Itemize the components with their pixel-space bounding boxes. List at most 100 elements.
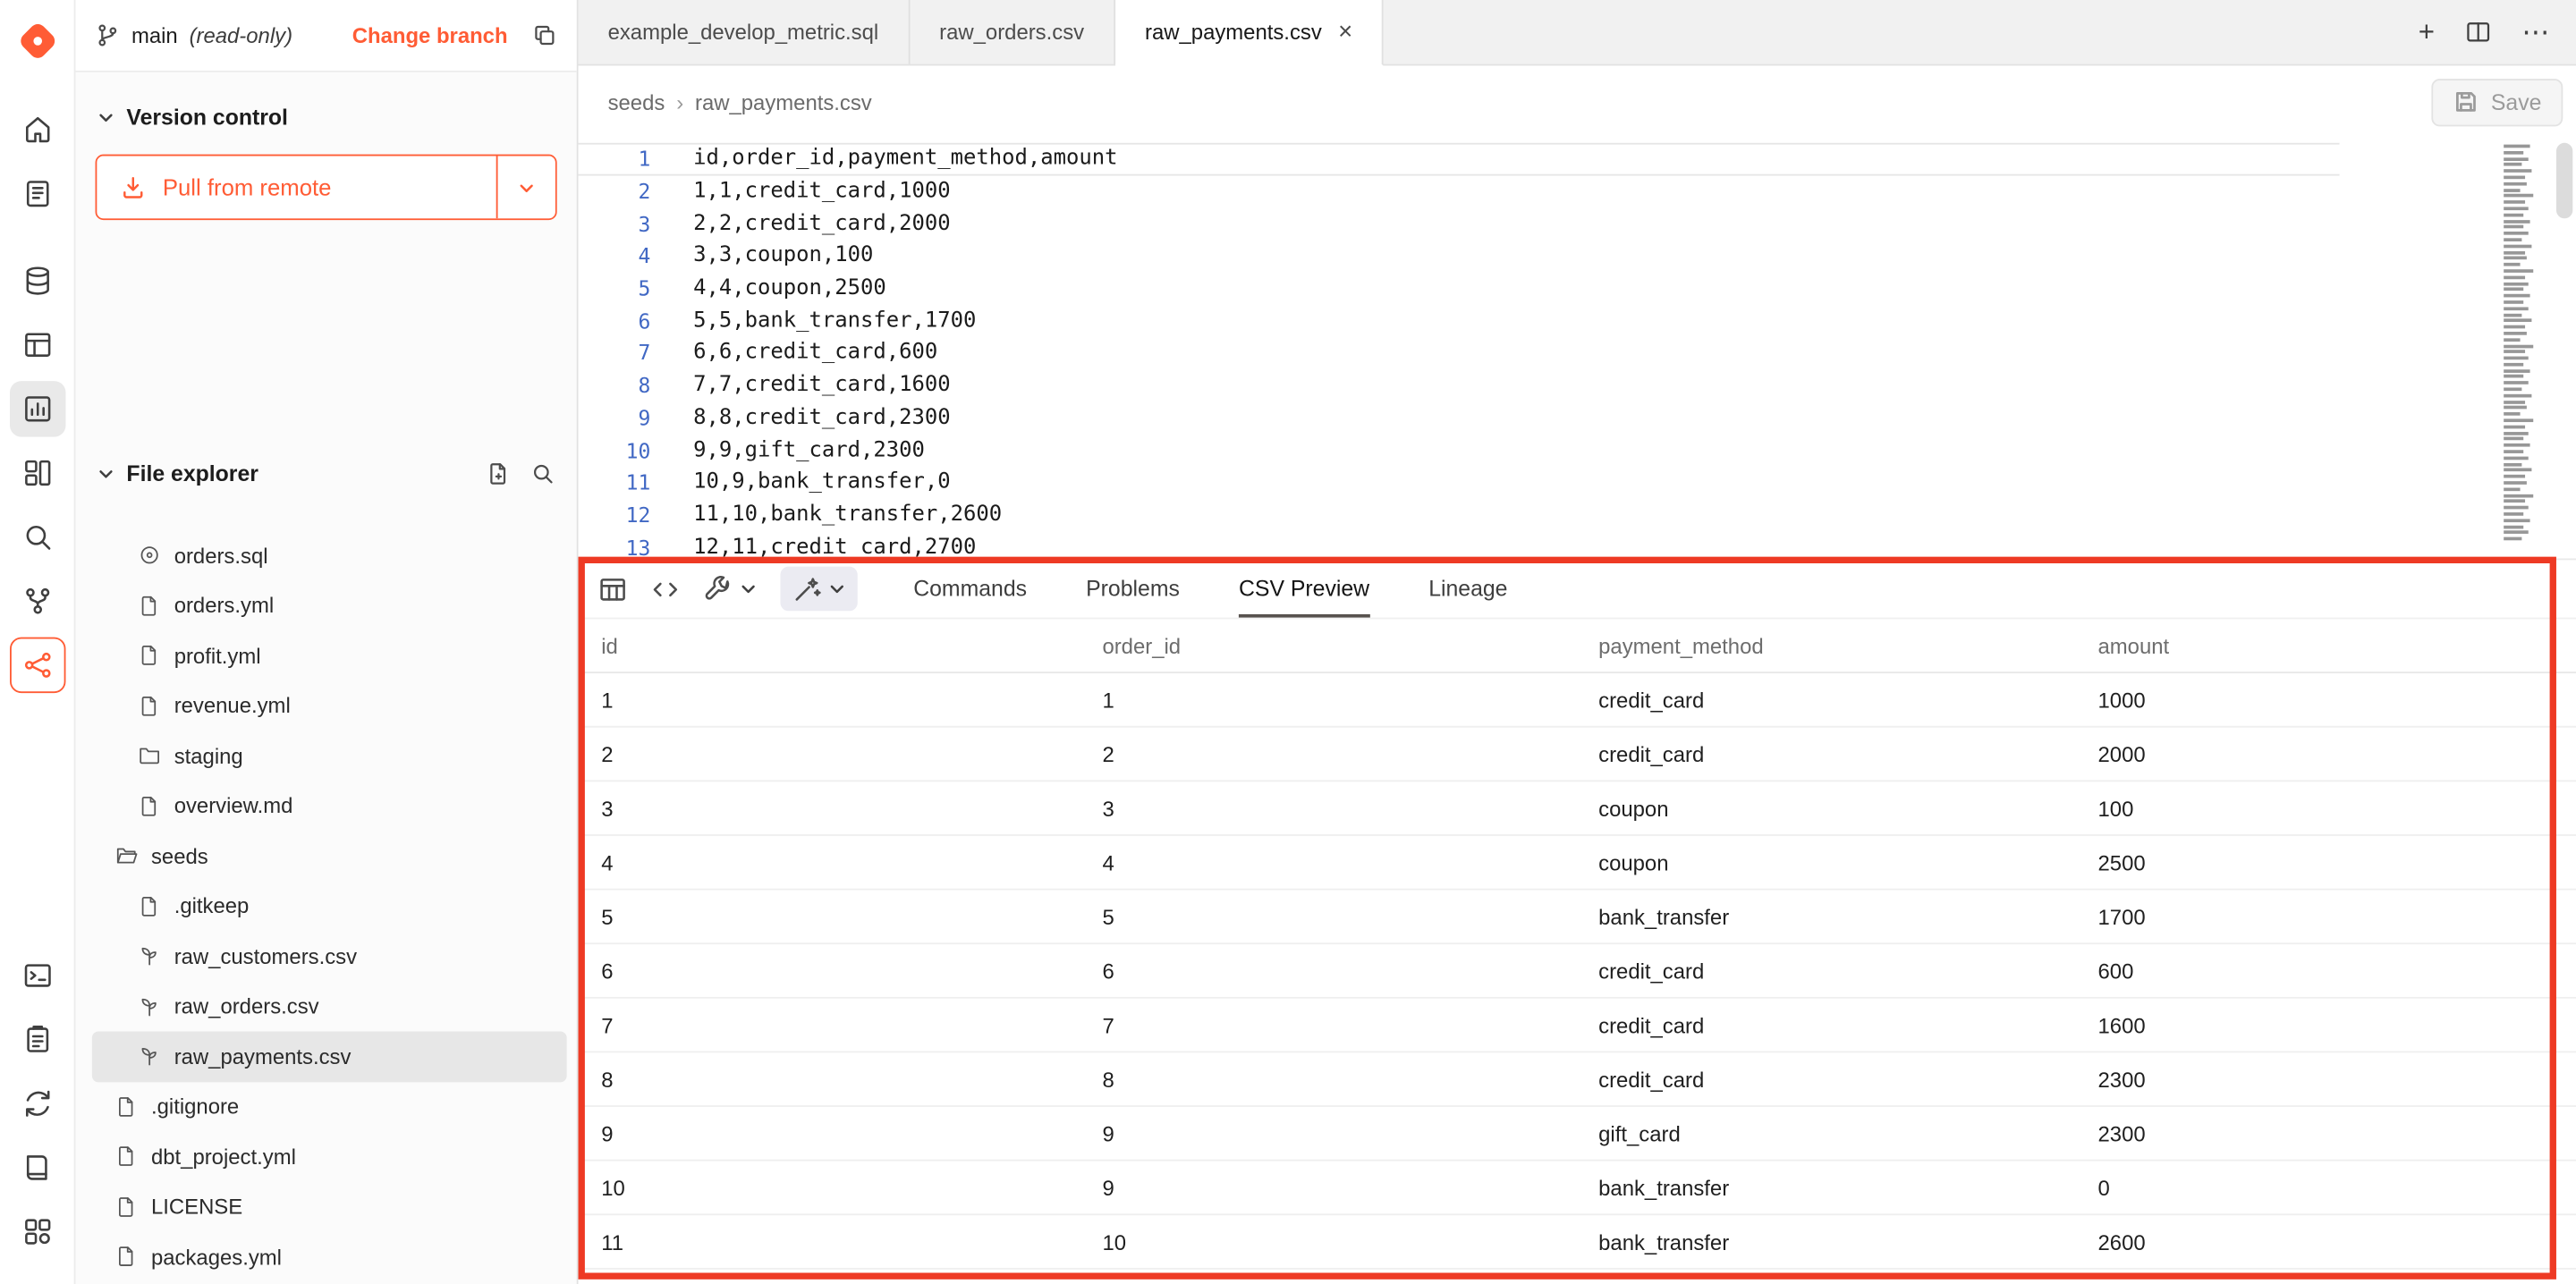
file-item-.gitignore[interactable]: .gitignore bbox=[92, 1081, 567, 1131]
split-editor-icon[interactable] bbox=[2464, 18, 2492, 46]
minimap-line bbox=[2504, 525, 2523, 528]
git-fork-icon[interactable] bbox=[9, 573, 64, 629]
blocks-icon[interactable] bbox=[9, 445, 64, 501]
code-editor[interactable]: 1id,order_id,payment_method,amount21,1,c… bbox=[579, 138, 2576, 558]
search-icon[interactable] bbox=[530, 460, 555, 486]
file-item-seeds[interactable]: seeds bbox=[92, 831, 567, 881]
file-item-raw_customers.csv[interactable]: raw_customers.csv bbox=[92, 931, 567, 981]
pull-from-remote-button[interactable]: Pull from remote bbox=[97, 156, 496, 218]
minimap-line bbox=[2504, 269, 2533, 273]
line-text: 5,5,bank_transfer,1700 bbox=[650, 308, 976, 334]
table-row: 11credit_card1000 bbox=[579, 673, 2576, 728]
scrollbar-thumb[interactable] bbox=[2556, 143, 2572, 218]
clipboard-icon[interactable] bbox=[9, 1011, 64, 1067]
editor-line[interactable]: 1110,9,bank_transfer,0 bbox=[579, 466, 2576, 498]
table-cell: 6 bbox=[579, 959, 1080, 984]
panel-tab-strip: Commands Problems CSV Preview Lineage bbox=[913, 560, 1507, 617]
new-file-icon[interactable] bbox=[487, 460, 512, 486]
database-icon[interactable] bbox=[9, 253, 64, 308]
copy-icon[interactable] bbox=[532, 23, 557, 48]
minimap-line bbox=[2504, 475, 2525, 478]
minimap-line bbox=[2504, 170, 2531, 173]
minimap-line bbox=[2504, 151, 2523, 155]
panel-tab-csv-preview[interactable]: CSV Preview bbox=[1239, 560, 1369, 617]
line-number: 13 bbox=[579, 535, 651, 558]
file-item-raw_payments.csv[interactable]: raw_payments.csv bbox=[92, 1031, 567, 1081]
minimap-line bbox=[2504, 325, 2525, 329]
apps-icon[interactable] bbox=[9, 1204, 64, 1259]
editor-line[interactable]: 54,4,coupon,2500 bbox=[579, 272, 2576, 304]
file-item-staging[interactable]: staging bbox=[92, 731, 567, 781]
terminal-icon[interactable] bbox=[9, 948, 64, 1003]
format-dropdown[interactable] bbox=[780, 567, 857, 612]
file-item-dbt_project.yml[interactable]: dbt_project.yml bbox=[92, 1132, 567, 1182]
home-icon[interactable] bbox=[9, 102, 64, 157]
file-label: .gitkeep bbox=[174, 894, 250, 919]
panel-tab-problems[interactable]: Problems bbox=[1086, 560, 1180, 617]
chevron-down-icon bbox=[740, 579, 758, 597]
tab-strip: example_develop_metric.sqlraw_orders.csv… bbox=[579, 0, 1385, 64]
line-text: id,order_id,payment_method,amount bbox=[650, 147, 1117, 172]
panel-tab-lineage[interactable]: Lineage bbox=[1428, 560, 1507, 617]
lineage-icon[interactable] bbox=[9, 638, 64, 693]
pull-options-dropdown[interactable] bbox=[496, 156, 555, 218]
editor-line[interactable]: 1211,10,bank_transfer,2600 bbox=[579, 499, 2576, 531]
table-cell: 8 bbox=[1080, 1067, 1576, 1092]
more-options-icon[interactable]: ⋯ bbox=[2521, 18, 2549, 46]
sidebar: main (read-only) Change branch Version c… bbox=[75, 0, 578, 1284]
editor-line[interactable]: 109,9,gift_card,2300 bbox=[579, 434, 2576, 466]
file-item-LICENSE[interactable]: LICENSE bbox=[92, 1182, 567, 1232]
editor-line[interactable]: 21,1,credit_card,1000 bbox=[579, 175, 2576, 207]
table-view-button[interactable] bbox=[598, 574, 628, 604]
editor-line[interactable]: 98,8,credit_card,2300 bbox=[579, 401, 2576, 434]
file-item-orders.yml[interactable]: orders.yml bbox=[92, 580, 567, 630]
editor-line[interactable]: 1312,11,credit_card,2700 bbox=[579, 531, 2576, 559]
minimap-line bbox=[2504, 250, 2525, 254]
book-icon[interactable] bbox=[9, 1140, 64, 1195]
minimap-line bbox=[2504, 418, 2533, 422]
file-item-raw_orders.csv[interactable]: raw_orders.csv bbox=[92, 981, 567, 1031]
breadcrumb-item[interactable]: seeds bbox=[608, 89, 665, 114]
editor-line[interactable]: 87,7,credit_card,1600 bbox=[579, 369, 2576, 401]
line-number: 2 bbox=[579, 179, 651, 204]
chart-icon[interactable] bbox=[9, 381, 64, 436]
version-control-section: Version control Pull from remote bbox=[75, 72, 576, 447]
minimap-line bbox=[2504, 145, 2529, 148]
table-cell: credit_card bbox=[1575, 959, 2074, 984]
editor-line[interactable]: 32,2,credit_card,2000 bbox=[579, 207, 2576, 240]
save-button[interactable]: Save bbox=[2432, 78, 2563, 125]
panel-tab-commands[interactable]: Commands bbox=[913, 560, 1027, 617]
version-control-header[interactable]: Version control bbox=[75, 92, 576, 141]
minimap[interactable] bbox=[2504, 145, 2546, 544]
pull-from-remote-label: Pull from remote bbox=[163, 174, 332, 200]
change-branch-link[interactable]: Change branch bbox=[352, 23, 508, 48]
table-cell: 7 bbox=[1080, 1012, 1576, 1037]
line-number: 11 bbox=[579, 470, 651, 495]
table-cell: 2300 bbox=[2075, 1121, 2576, 1146]
close-tab-icon[interactable]: × bbox=[1338, 20, 1352, 45]
file-item-overview.md[interactable]: overview.md bbox=[92, 781, 567, 831]
editor-line[interactable]: 65,5,bank_transfer,1700 bbox=[579, 305, 2576, 337]
table-cell: 2 bbox=[1080, 741, 1576, 766]
editor-tab[interactable]: raw_orders.csv bbox=[910, 0, 1115, 64]
file-explorer-header[interactable]: File explorer bbox=[75, 447, 576, 500]
editor-line[interactable]: 1id,order_id,payment_method,amount bbox=[579, 143, 2576, 175]
search-code-icon[interactable] bbox=[9, 509, 64, 564]
editor-tab[interactable]: example_develop_metric.sql bbox=[579, 0, 911, 64]
notebook-icon[interactable] bbox=[9, 166, 64, 222]
editor-line[interactable]: 76,6,credit_card,600 bbox=[579, 337, 2576, 369]
table-cell: 9 bbox=[1080, 1175, 1576, 1200]
file-item-orders.sql[interactable]: orders.sql bbox=[92, 530, 567, 580]
table-grid-icon[interactable] bbox=[9, 317, 64, 372]
build-tools-dropdown[interactable] bbox=[703, 574, 758, 604]
file-item-revenue.yml[interactable]: revenue.yml bbox=[92, 680, 567, 731]
file-item-packages.yml[interactable]: packages.yml bbox=[92, 1232, 567, 1282]
editor-tab[interactable]: raw_payments.csv× bbox=[1115, 0, 1384, 65]
file-item-profit.yml[interactable]: profit.yml bbox=[92, 630, 567, 680]
tab-bar-actions: + ⋯ bbox=[2392, 0, 2576, 64]
new-tab-icon[interactable]: + bbox=[2419, 18, 2435, 46]
code-view-button[interactable] bbox=[650, 574, 680, 604]
editor-line[interactable]: 43,3,coupon,100 bbox=[579, 240, 2576, 272]
sync-icon[interactable] bbox=[9, 1076, 64, 1131]
file-item-.gitkeep[interactable]: .gitkeep bbox=[92, 881, 567, 931]
